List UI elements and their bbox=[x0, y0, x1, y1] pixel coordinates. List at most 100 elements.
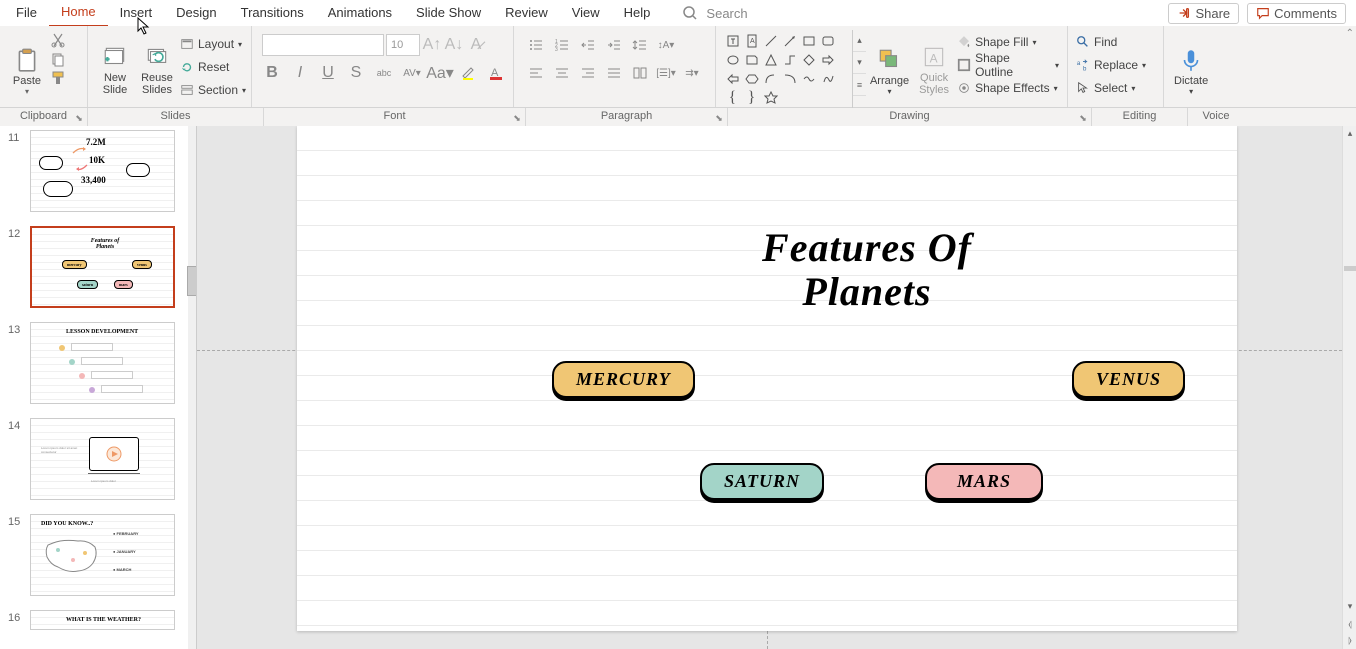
shape-arrow-line-icon[interactable] bbox=[781, 32, 798, 49]
bold-button[interactable]: B bbox=[262, 64, 282, 82]
shape-diamond-icon[interactable] bbox=[800, 51, 817, 68]
reset-button[interactable]: Reset bbox=[180, 57, 246, 77]
tab-help[interactable]: Help bbox=[612, 1, 663, 26]
replace-button[interactable]: ab Replace▾ bbox=[1076, 55, 1146, 75]
underline-button[interactable]: U bbox=[318, 64, 338, 82]
shape-mars[interactable]: MARS bbox=[925, 463, 1043, 500]
tab-design[interactable]: Design bbox=[164, 1, 228, 26]
align-text-button[interactable]: [☰]▾ bbox=[656, 64, 676, 82]
shape-curve1-icon[interactable] bbox=[762, 70, 779, 87]
shape-freeform-icon[interactable] bbox=[819, 70, 836, 87]
strike-button[interactable]: S bbox=[346, 64, 366, 82]
shape-effects-button[interactable]: Shape Effects▾ bbox=[957, 78, 1059, 98]
clipboard-dialog-launcher[interactable]: ⬊ bbox=[73, 113, 85, 125]
shape-line-icon[interactable] bbox=[762, 32, 779, 49]
select-button[interactable]: Select▾ bbox=[1076, 78, 1146, 98]
shape-snip-icon[interactable] bbox=[743, 51, 760, 68]
line-spacing-button[interactable] bbox=[630, 36, 650, 54]
shape-rbrace-icon[interactable]: } bbox=[743, 89, 760, 106]
shape-larrow-icon[interactable] bbox=[724, 70, 741, 87]
scroll-down-icon[interactable]: ▾ bbox=[1343, 599, 1356, 613]
gallery-up-icon[interactable]: ▴ bbox=[853, 30, 866, 52]
shape-rect-icon[interactable] bbox=[800, 32, 817, 49]
shapes-gallery-scroll[interactable]: ▴ ▾ ≡ bbox=[852, 30, 866, 108]
tab-review[interactable]: Review bbox=[493, 1, 560, 26]
share-button[interactable]: Share bbox=[1168, 3, 1239, 24]
thumbnail-12[interactable]: 12 Features of Planets mercury venus sat… bbox=[0, 216, 196, 312]
shape-saturn[interactable]: SATURN bbox=[700, 463, 824, 500]
edit-vertical-scrollbar[interactable]: ▴ ▾ ⦉ ⦊ bbox=[1342, 126, 1356, 649]
tab-slideshow[interactable]: Slide Show bbox=[404, 1, 493, 26]
cut-icon[interactable] bbox=[50, 32, 66, 48]
copy-icon[interactable] bbox=[50, 51, 66, 67]
decrease-indent-button[interactable] bbox=[578, 36, 598, 54]
find-button[interactable]: Find bbox=[1076, 32, 1146, 52]
char-spacing-button[interactable]: AV▾ bbox=[402, 64, 422, 82]
format-painter-icon[interactable] bbox=[50, 70, 66, 86]
thumbnail-14[interactable]: 14 Lorem ipsum dolor sit amet consectetu… bbox=[0, 408, 196, 504]
shape-roundrect-icon[interactable] bbox=[819, 32, 836, 49]
shape-vtextbox-icon[interactable]: A bbox=[743, 32, 760, 49]
scroll-up-icon[interactable]: ▴ bbox=[1343, 126, 1356, 140]
shapes-gallery[interactable]: A { bbox=[722, 30, 852, 108]
search-input[interactable]: Search bbox=[706, 6, 747, 21]
layout-button[interactable]: Layout ▾ bbox=[180, 34, 246, 54]
bullets-button[interactable] bbox=[526, 36, 546, 54]
align-right-button[interactable] bbox=[578, 64, 598, 82]
tab-animations[interactable]: Animations bbox=[316, 1, 404, 26]
tab-file[interactable]: File bbox=[8, 1, 49, 26]
align-center-button[interactable] bbox=[552, 64, 572, 82]
comments-button[interactable]: Comments bbox=[1247, 3, 1346, 24]
shape-elbow-icon[interactable] bbox=[781, 51, 798, 68]
paste-button[interactable]: Paste ▾ bbox=[6, 30, 48, 98]
shape-star-icon[interactable] bbox=[762, 89, 779, 106]
thumbnail-13[interactable]: 13 LESSON DEVELOPMENT bbox=[0, 312, 196, 408]
shape-lbrace-icon[interactable]: { bbox=[724, 89, 741, 106]
shape-venus[interactable]: VENUS bbox=[1072, 361, 1185, 398]
shape-mercury[interactable]: MERCURY bbox=[552, 361, 695, 398]
thumbnail-15[interactable]: 15 DID YOU KNOW..? ● FEBRUARY ● JANUARY … bbox=[0, 504, 196, 600]
shape-wave-icon[interactable] bbox=[800, 70, 817, 87]
paragraph-dialog-launcher[interactable]: ⬊ bbox=[713, 113, 725, 125]
increase-indent-button[interactable] bbox=[604, 36, 624, 54]
quick-styles-button[interactable]: A Quick Styles bbox=[913, 30, 955, 98]
shape-triangle-icon[interactable] bbox=[762, 51, 779, 68]
decrease-font-icon[interactable]: A↓ bbox=[444, 36, 464, 54]
scroll-thumb[interactable] bbox=[1344, 266, 1356, 271]
highlight-button[interactable] bbox=[458, 64, 478, 82]
font-size-input[interactable] bbox=[386, 34, 420, 56]
slide-thumbnails-panel[interactable]: 11 7.2M 10K 33,400 12 Features of Planet… bbox=[0, 126, 197, 649]
new-slide-button[interactable]: New Slide bbox=[94, 30, 136, 98]
text-direction-button[interactable]: ↕A▾ bbox=[656, 36, 676, 54]
tab-view[interactable]: View bbox=[560, 1, 612, 26]
prev-slide-icon[interactable]: ⦉ bbox=[1343, 617, 1356, 631]
thumbnails-scrollbar[interactable] bbox=[188, 126, 196, 649]
slide-edit-area[interactable]: Features of Planets MERCURY VENUS SATURN… bbox=[197, 126, 1356, 649]
shape-rarrow-icon[interactable] bbox=[819, 51, 836, 68]
shape-fill-button[interactable]: Shape Fill▾ bbox=[957, 32, 1059, 52]
gallery-more-icon[interactable]: ≡ bbox=[853, 74, 866, 96]
slide-canvas[interactable]: Features of Planets MERCURY VENUS SATURN… bbox=[297, 126, 1237, 631]
tab-transitions[interactable]: Transitions bbox=[229, 1, 316, 26]
next-slide-icon[interactable]: ⦊ bbox=[1343, 633, 1356, 647]
reuse-slides-button[interactable]: Reuse Slides bbox=[136, 30, 178, 98]
italic-button[interactable]: I bbox=[290, 64, 310, 82]
font-color-button[interactable]: A bbox=[486, 64, 506, 82]
font-dialog-launcher[interactable]: ⬊ bbox=[511, 113, 523, 125]
shape-outline-button[interactable]: Shape Outline▾ bbox=[957, 55, 1059, 75]
thumbnail-11[interactable]: 11 7.2M 10K 33,400 bbox=[0, 126, 196, 216]
clear-format-icon[interactable]: A̷ bbox=[466, 36, 486, 54]
shape-oval-icon[interactable] bbox=[724, 51, 741, 68]
font-name-input[interactable] bbox=[262, 34, 384, 56]
thumbnails-scroll-handle[interactable] bbox=[187, 266, 197, 296]
shape-textbox-icon[interactable] bbox=[724, 32, 741, 49]
smartart-button[interactable]: ⇉▾ bbox=[682, 64, 702, 82]
shape-curve2-icon[interactable] bbox=[781, 70, 798, 87]
increase-font-icon[interactable]: A↑ bbox=[422, 36, 442, 54]
tab-insert[interactable]: Insert bbox=[108, 1, 165, 26]
change-case-button[interactable]: Aa▾ bbox=[430, 64, 450, 82]
dictate-button[interactable]: Dictate ▾ bbox=[1170, 30, 1212, 98]
arrange-button[interactable]: Arrange ▾ bbox=[866, 30, 913, 98]
section-button[interactable]: Section ▾ bbox=[180, 80, 246, 100]
gallery-down-icon[interactable]: ▾ bbox=[853, 52, 866, 74]
